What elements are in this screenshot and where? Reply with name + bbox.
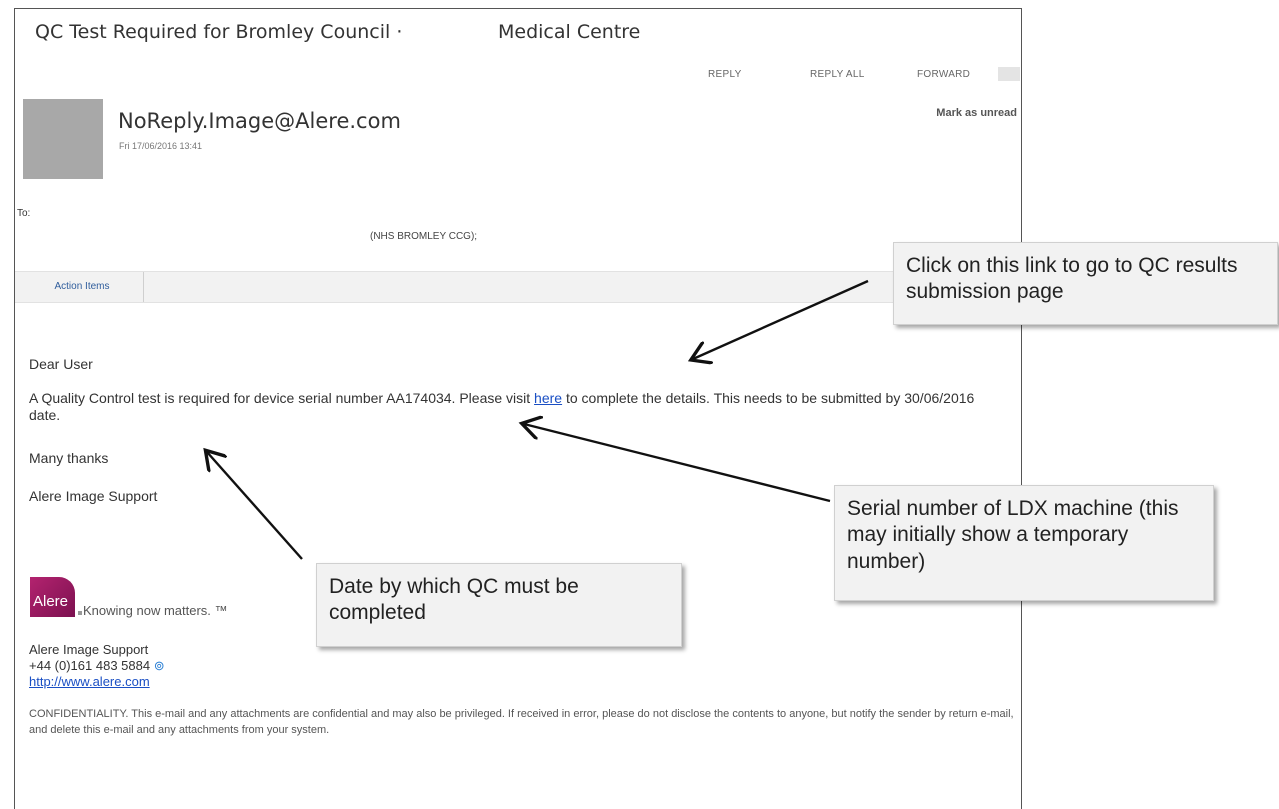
callout-serial: Serial number of LDX machine (this may i… bbox=[834, 485, 1214, 601]
arrow-to-date bbox=[207, 452, 303, 560]
annotation-arrows bbox=[0, 279, 869, 560]
callout-date: Date by which QC must be completed bbox=[316, 563, 682, 647]
callout-link: Click on this link to go to QC results s… bbox=[893, 242, 1278, 325]
arrow-to-serial bbox=[524, 424, 831, 503]
arrow-to-link bbox=[693, 279, 869, 359]
